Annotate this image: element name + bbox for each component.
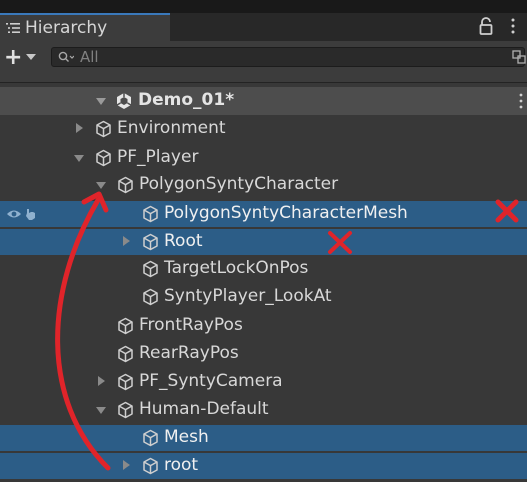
gameobject-cube-icon <box>142 429 159 447</box>
tree-row-label: RearRayPos <box>139 343 239 363</box>
tree-row-label: FrontRayPos <box>139 315 243 335</box>
tree-row-root[interactable]: root <box>0 453 527 479</box>
eye-icon[interactable] <box>6 208 22 220</box>
search-input[interactable] <box>80 48 500 66</box>
tree-row-polygonsyntycharacter[interactable]: PolygonSyntyCharacter <box>0 172 527 198</box>
gameobject-cube-icon <box>117 373 134 391</box>
top-strip <box>0 0 527 13</box>
kebab-menu-icon[interactable] <box>510 17 516 35</box>
gameobject-cube-icon <box>117 401 134 419</box>
expanded-arrow-icon[interactable] <box>74 155 84 162</box>
unity-scene-icon <box>116 93 132 109</box>
tab-hierarchy[interactable]: Hierarchy <box>0 13 170 41</box>
collapsed-arrow-icon[interactable] <box>98 376 105 386</box>
tab-title: Hierarchy <box>25 18 108 38</box>
search-icon[interactable] <box>58 51 74 64</box>
tree-row-pf-syntycamera[interactable]: PF_SyntyCamera <box>0 369 527 395</box>
tree-row-targetlockonpos[interactable]: TargetLockOnPos <box>0 256 527 282</box>
tree-row-rearraypos[interactable]: RearRayPos <box>0 341 527 367</box>
scene-menu-icon[interactable] <box>519 93 523 109</box>
tree-row-label: Mesh <box>164 427 209 447</box>
gameobject-cube-icon <box>117 176 134 194</box>
gameobject-cube-icon <box>142 288 159 306</box>
tree-row-label: Root <box>164 231 203 251</box>
tree-row-label: PF_SyntyCamera <box>139 371 283 391</box>
expanded-arrow-icon[interactable] <box>96 182 106 189</box>
tree-row-label: Human-Default <box>139 399 269 419</box>
pick-hand-icon[interactable] <box>25 207 37 221</box>
tree-row-label: PF_Player <box>117 147 199 167</box>
collapsed-arrow-icon[interactable] <box>123 460 130 470</box>
tree-row-label: TargetLockOnPos <box>164 258 309 278</box>
scene-row[interactable]: Demo_01* <box>0 87 527 115</box>
scene-filter-icon[interactable] <box>512 50 526 64</box>
search-field[interactable] <box>51 47 526 67</box>
tree-row-polygonsyntycharactermesh[interactable]: PolygonSyntyCharacterMesh <box>0 201 527 227</box>
hierarchy-toolbar: + <box>0 41 527 83</box>
tree-row-label: SyntyPlayer_LookAt <box>164 286 332 306</box>
gameobject-cube-icon <box>117 345 134 363</box>
tree-row-frontraypos[interactable]: FrontRayPos <box>0 313 527 339</box>
expanded-arrow-icon[interactable] <box>96 407 106 414</box>
tree-row-syntyplayer-lookat[interactable]: SyntyPlayer_LookAt <box>0 284 527 310</box>
add-button[interactable]: + <box>4 47 22 69</box>
tree-row-root[interactable]: Root <box>0 229 527 255</box>
gameobject-cube-icon <box>117 317 134 335</box>
tree-row-human-default[interactable]: Human-Default <box>0 397 527 423</box>
tree-row-label: Environment <box>117 118 226 138</box>
hierarchy-list-icon <box>6 23 20 33</box>
gameobject-cube-icon <box>95 149 112 167</box>
tree-row-label: PolygonSyntyCharacterMesh <box>164 203 408 223</box>
expanded-arrow-icon[interactable] <box>96 98 106 105</box>
tree-row-label: root <box>164 455 199 475</box>
visibility-controls <box>0 201 40 227</box>
tree-row-label: PolygonSyntyCharacter <box>139 174 339 194</box>
gameobject-cube-icon <box>95 120 112 138</box>
tree-row-environment[interactable]: Environment <box>0 116 527 142</box>
gameobject-cube-icon <box>142 260 159 278</box>
gameobject-cube-icon <box>142 233 159 251</box>
chevron-down-icon[interactable] <box>26 54 36 60</box>
tree-row-pf-player[interactable]: PF_Player <box>0 145 527 171</box>
collapsed-arrow-icon[interactable] <box>123 236 130 246</box>
lock-icon[interactable] <box>479 17 493 35</box>
scene-name: Demo_01* <box>138 90 235 110</box>
collapsed-arrow-icon[interactable] <box>76 123 83 133</box>
gameobject-cube-icon <box>142 205 159 223</box>
tab-bar: Hierarchy <box>0 13 527 41</box>
gameobject-cube-icon <box>142 457 159 475</box>
tree-row-mesh[interactable]: Mesh <box>0 425 527 451</box>
